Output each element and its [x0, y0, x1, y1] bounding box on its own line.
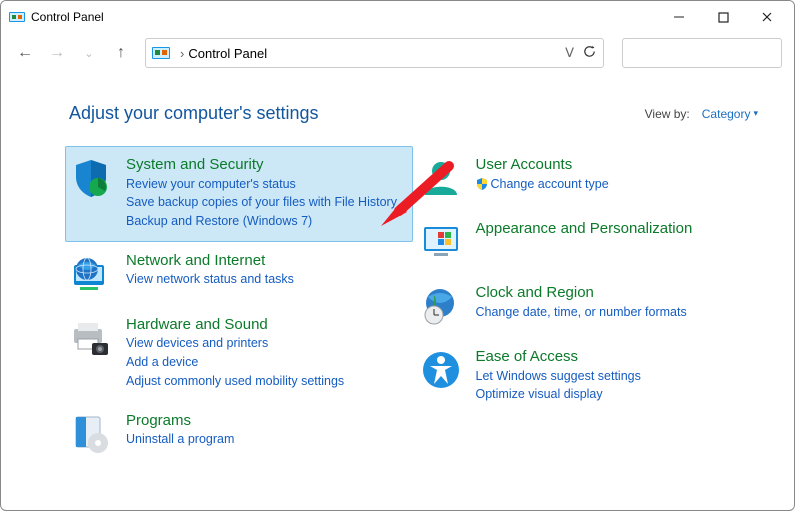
link-backup-restore[interactable]: Backup and Restore (Windows 7)	[126, 212, 397, 231]
minimize-button[interactable]	[666, 6, 692, 28]
category-title[interactable]: Network and Internet	[126, 251, 294, 271]
recent-locations-button[interactable]: ⌄	[77, 47, 101, 60]
link-suggest-settings[interactable]: Let Windows suggest settings	[476, 367, 641, 386]
programs-icon	[70, 413, 112, 455]
chevron-right-icon: ›	[180, 46, 184, 61]
window: Control Panel ← → ⌄ ↑ › Control Panel ᐯ	[0, 0, 795, 511]
search-input[interactable]	[629, 45, 775, 62]
page-title: Adjust your computer's settings	[69, 103, 319, 124]
chevron-down-icon[interactable]: ᐯ	[565, 45, 574, 61]
link-review-status[interactable]: Review your computer's status	[126, 175, 397, 194]
category-title[interactable]: System and Security	[126, 155, 397, 175]
category-title[interactable]: Ease of Access	[476, 347, 641, 367]
globe-monitor-icon	[70, 253, 112, 295]
monitor-colors-icon	[420, 221, 462, 263]
category-network[interactable]: Network and Internet View network status…	[69, 242, 415, 306]
up-button[interactable]: ↑	[109, 44, 133, 62]
link-mobility-settings[interactable]: Adjust commonly used mobility settings	[126, 372, 344, 391]
link-network-status[interactable]: View network status and tasks	[126, 270, 294, 289]
category-programs[interactable]: Programs Uninstall a program	[69, 402, 415, 466]
view-by-dropdown[interactable]: Category ▾	[696, 105, 764, 123]
search-box[interactable]	[622, 38, 782, 68]
back-button[interactable]: ←	[13, 44, 37, 62]
address-path: Control Panel	[188, 46, 565, 61]
maximize-button[interactable]	[710, 6, 736, 28]
content: Adjust your computer's settings View by:…	[1, 73, 794, 476]
category-title[interactable]: Clock and Region	[476, 283, 687, 303]
link-change-account-type[interactable]: Change account type	[476, 175, 609, 194]
link-add-device[interactable]: Add a device	[126, 353, 344, 372]
category-title[interactable]: Hardware and Sound	[126, 315, 344, 335]
category-title[interactable]: User Accounts	[476, 155, 609, 175]
accessibility-icon	[420, 349, 462, 391]
category-clock-region[interactable]: Clock and Region Change date, time, or n…	[419, 274, 765, 338]
category-hardware[interactable]: Hardware and Sound View devices and prin…	[69, 306, 415, 402]
category-appearance[interactable]: Appearance and Personalization	[419, 210, 765, 274]
printer-camera-icon	[70, 317, 112, 359]
link-change-date-time[interactable]: Change date, time, or number formats	[476, 303, 687, 322]
uac-shield-icon	[476, 177, 488, 189]
link-file-history[interactable]: Save backup copies of your files with Fi…	[126, 193, 397, 212]
category-system-security[interactable]: System and Security Review your computer…	[65, 146, 413, 242]
control-panel-icon	[152, 44, 170, 62]
refresh-button[interactable]	[582, 44, 597, 62]
navbar: ← → ⌄ ↑ › Control Panel ᐯ	[1, 33, 794, 73]
forward-button[interactable]: →	[45, 44, 69, 62]
address-bar[interactable]: › Control Panel ᐯ	[145, 38, 604, 68]
category-title[interactable]: Programs	[126, 411, 234, 431]
close-button[interactable]	[754, 6, 780, 28]
category-title[interactable]: Appearance and Personalization	[476, 219, 693, 239]
titlebar: Control Panel	[1, 1, 794, 33]
category-user-accounts[interactable]: User Accounts Change account type	[419, 146, 765, 210]
link-devices-printers[interactable]: View devices and printers	[126, 334, 344, 353]
control-panel-icon	[9, 9, 25, 25]
link-optimize-visual[interactable]: Optimize visual display	[476, 385, 641, 404]
globe-clock-icon	[420, 285, 462, 327]
link-uninstall[interactable]: Uninstall a program	[126, 430, 234, 449]
shield-icon	[70, 157, 112, 199]
window-title: Control Panel	[31, 10, 104, 24]
view-by-value: Category	[702, 107, 751, 121]
category-ease-of-access[interactable]: Ease of Access Let Windows suggest setti…	[419, 338, 765, 415]
user-icon	[420, 157, 462, 199]
view-by-label: View by:	[645, 107, 690, 121]
chevron-down-icon: ▾	[753, 108, 758, 119]
